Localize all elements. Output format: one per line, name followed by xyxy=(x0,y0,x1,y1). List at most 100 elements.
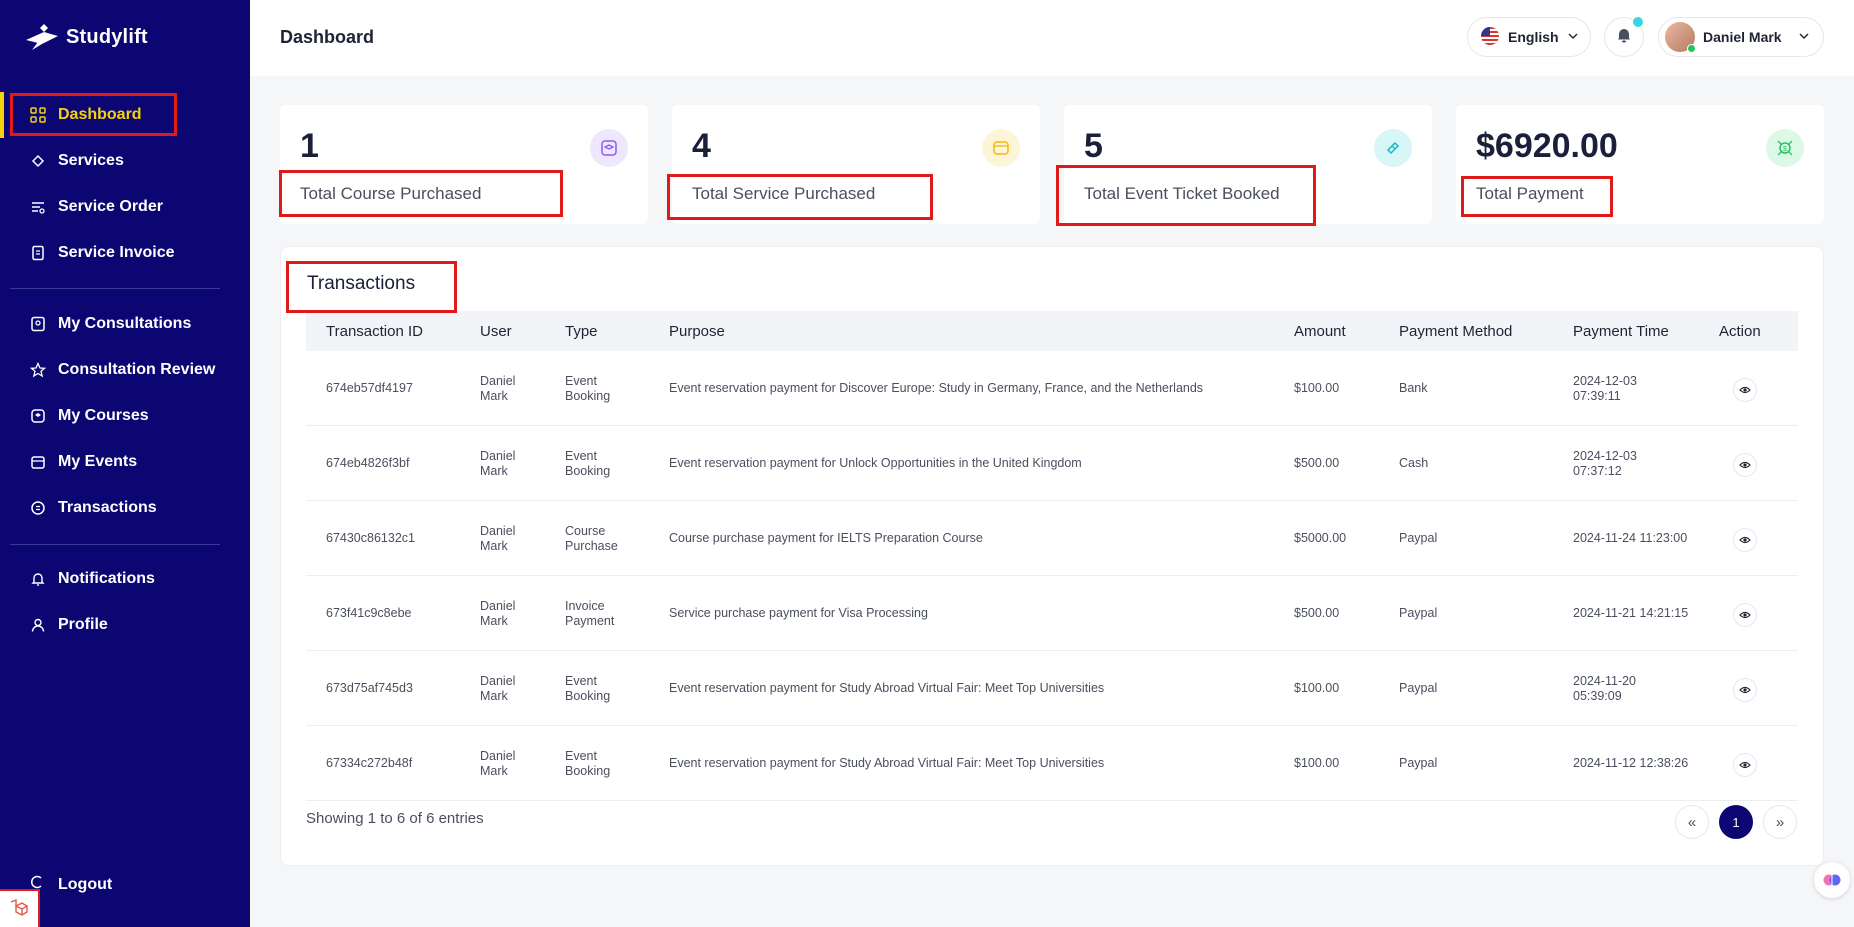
sidebar-item-consultation-review[interactable]: Consultation Review xyxy=(0,350,250,390)
view-button[interactable] xyxy=(1733,378,1757,402)
sidebar-item-services[interactable]: Services xyxy=(0,141,250,181)
sidebar-item-transactions[interactable]: Transactions xyxy=(0,488,250,528)
language-selector[interactable]: English xyxy=(1467,17,1591,57)
transaction-id: 674eb4826f3bf xyxy=(326,456,410,470)
notification-dot xyxy=(1633,17,1643,27)
sidebar-item-label: My Courses xyxy=(58,407,149,424)
sidebar-item-profile[interactable]: Profile xyxy=(0,605,250,645)
transaction-id: 674eb57df4197 xyxy=(326,381,413,395)
view-button[interactable] xyxy=(1733,603,1757,627)
sidebar-item-notifications[interactable]: Notifications xyxy=(0,559,250,599)
logout-label: Logout xyxy=(58,875,113,893)
amount-cell: $500.00 xyxy=(1294,456,1340,470)
stat-card-courses: 1 Total Course Purchased xyxy=(280,105,648,224)
amount-cell: $100.00 xyxy=(1294,681,1340,695)
column-header: Action xyxy=(1719,323,1761,340)
type-cell: Event Booking xyxy=(565,374,611,403)
sidebar-item-service-order[interactable]: Service Order xyxy=(0,187,250,227)
purpose-cell: Event reservation payment for Discover E… xyxy=(669,381,1204,395)
sidebar-item-label: Consultation Review xyxy=(58,361,216,378)
sidebar-item-label: Service Order xyxy=(58,198,163,215)
eye-icon xyxy=(1739,761,1751,769)
money-icon: $ xyxy=(1766,129,1804,167)
sidebar-item-my-consultations[interactable]: My Consultations xyxy=(0,304,250,344)
stat-card-services: 4 Total Service Purchased xyxy=(672,105,1040,224)
stat-label: Total Service Purchased xyxy=(692,184,876,203)
brain-widget-icon[interactable] xyxy=(1814,862,1850,898)
brand-logo[interactable]: Studylift xyxy=(24,22,148,52)
column-header: Transaction ID xyxy=(326,323,423,340)
user-cell: Daniel Mark xyxy=(480,374,516,403)
top-header: Dashboard English Daniel Mark xyxy=(250,0,1854,76)
logout-button[interactable]: Logout xyxy=(30,874,112,895)
method-cell: Paypal xyxy=(1399,606,1438,620)
view-button[interactable] xyxy=(1733,528,1757,552)
bell-icon xyxy=(1615,26,1633,49)
user-name: Daniel Mark xyxy=(1703,29,1782,45)
user-cell: Daniel Mark xyxy=(480,599,516,628)
stat-label: Total Payment xyxy=(1476,184,1584,203)
sidebar-item-label: Notifications xyxy=(58,570,155,587)
user-icon xyxy=(30,617,46,633)
amount-cell: $100.00 xyxy=(1294,381,1340,395)
purpose-cell: Course purchase payment for IELTS Prepar… xyxy=(669,531,983,545)
table-row: 673d75af745d3 Daniel Mark Event Booking Ev… xyxy=(306,651,1798,726)
eye-icon xyxy=(1739,611,1751,619)
table-row: 67334c272b48f Daniel Mark Event Booking Ev… xyxy=(306,726,1798,801)
sidebar-item-label: Profile xyxy=(58,616,108,633)
stat-value: 4 xyxy=(692,127,711,165)
stat-value: 5 xyxy=(1084,127,1103,165)
transactions-icon xyxy=(30,500,46,516)
sidebar-item-my-courses[interactable]: My Courses xyxy=(0,396,250,436)
invoice-icon xyxy=(30,245,46,261)
time-cell: 2024-11-24 11:23:00 xyxy=(1573,531,1688,545)
transaction-id: 67430c86132c1 xyxy=(326,531,415,545)
graduation-logo-icon xyxy=(26,24,58,50)
sidebar-item-service-invoice[interactable]: Service Invoice xyxy=(0,233,250,273)
sidebar-item-label: Transactions xyxy=(58,499,157,516)
purpose-cell: Event reservation payment for Study Abro… xyxy=(669,681,1105,695)
type-cell: Event Booking xyxy=(565,749,611,778)
purpose-cell: Service purchase payment for Visa Proces… xyxy=(669,606,928,620)
stat-label: Total Course Purchased xyxy=(300,184,482,203)
table-row: 673f41c9c8ebe Daniel Mark Invoice Payment … xyxy=(306,576,1798,651)
transaction-id: 673d75af745d3 xyxy=(326,681,413,695)
type-cell: Event Booking xyxy=(565,449,611,478)
eye-icon xyxy=(1739,461,1751,469)
sidebar-item-label: Services xyxy=(58,152,124,169)
sidebar-item-label: My Events xyxy=(58,453,138,470)
view-button[interactable] xyxy=(1733,753,1757,777)
svg-text:$: $ xyxy=(1783,146,1787,153)
prev-page-button[interactable]: « xyxy=(1675,805,1709,839)
sidebar-item-my-events[interactable]: My Events xyxy=(0,442,250,482)
time-cell: 2024-11-20 05:39:09 xyxy=(1573,674,1637,703)
eye-icon xyxy=(1739,686,1751,694)
next-page-button[interactable]: » xyxy=(1763,805,1797,839)
method-cell: Bank xyxy=(1399,381,1428,395)
view-button[interactable] xyxy=(1733,453,1757,477)
method-cell: Paypal xyxy=(1399,681,1438,695)
user-cell: Daniel Mark xyxy=(480,449,516,478)
time-cell: 2024-11-12 12:38:26 xyxy=(1573,756,1689,770)
amount-cell: $500.00 xyxy=(1294,606,1340,620)
chevron-down-icon xyxy=(1567,29,1579,45)
sidebar-item-dashboard[interactable]: Dashboard xyxy=(0,95,250,135)
user-menu[interactable]: Daniel Mark xyxy=(1658,17,1824,57)
transactions-panel: Transactions Transaction ID User Type Pu… xyxy=(280,246,1824,866)
page-1-button[interactable]: 1 xyxy=(1719,805,1753,839)
view-button[interactable] xyxy=(1733,678,1757,702)
method-cell: Paypal xyxy=(1399,531,1438,545)
column-header: Type xyxy=(565,323,598,340)
courses-icon xyxy=(30,408,46,424)
purpose-cell: Event reservation payment for Unlock Opp… xyxy=(669,456,1082,470)
bell-icon xyxy=(30,571,46,587)
amount-cell: $100.00 xyxy=(1294,756,1340,770)
sidebar-item-label: Service Invoice xyxy=(58,244,175,261)
stat-value: $6920.00 xyxy=(1476,127,1618,165)
table-row: 674eb57df4197 Daniel Mark Event Booking Ev… xyxy=(306,351,1798,426)
type-cell: Course Purchase xyxy=(565,524,618,553)
laravel-icon[interactable] xyxy=(0,889,40,927)
notification-button[interactable] xyxy=(1604,17,1644,57)
transactions-title: Transactions xyxy=(307,273,416,294)
transaction-id: 673f41c9c8ebe xyxy=(326,606,412,620)
